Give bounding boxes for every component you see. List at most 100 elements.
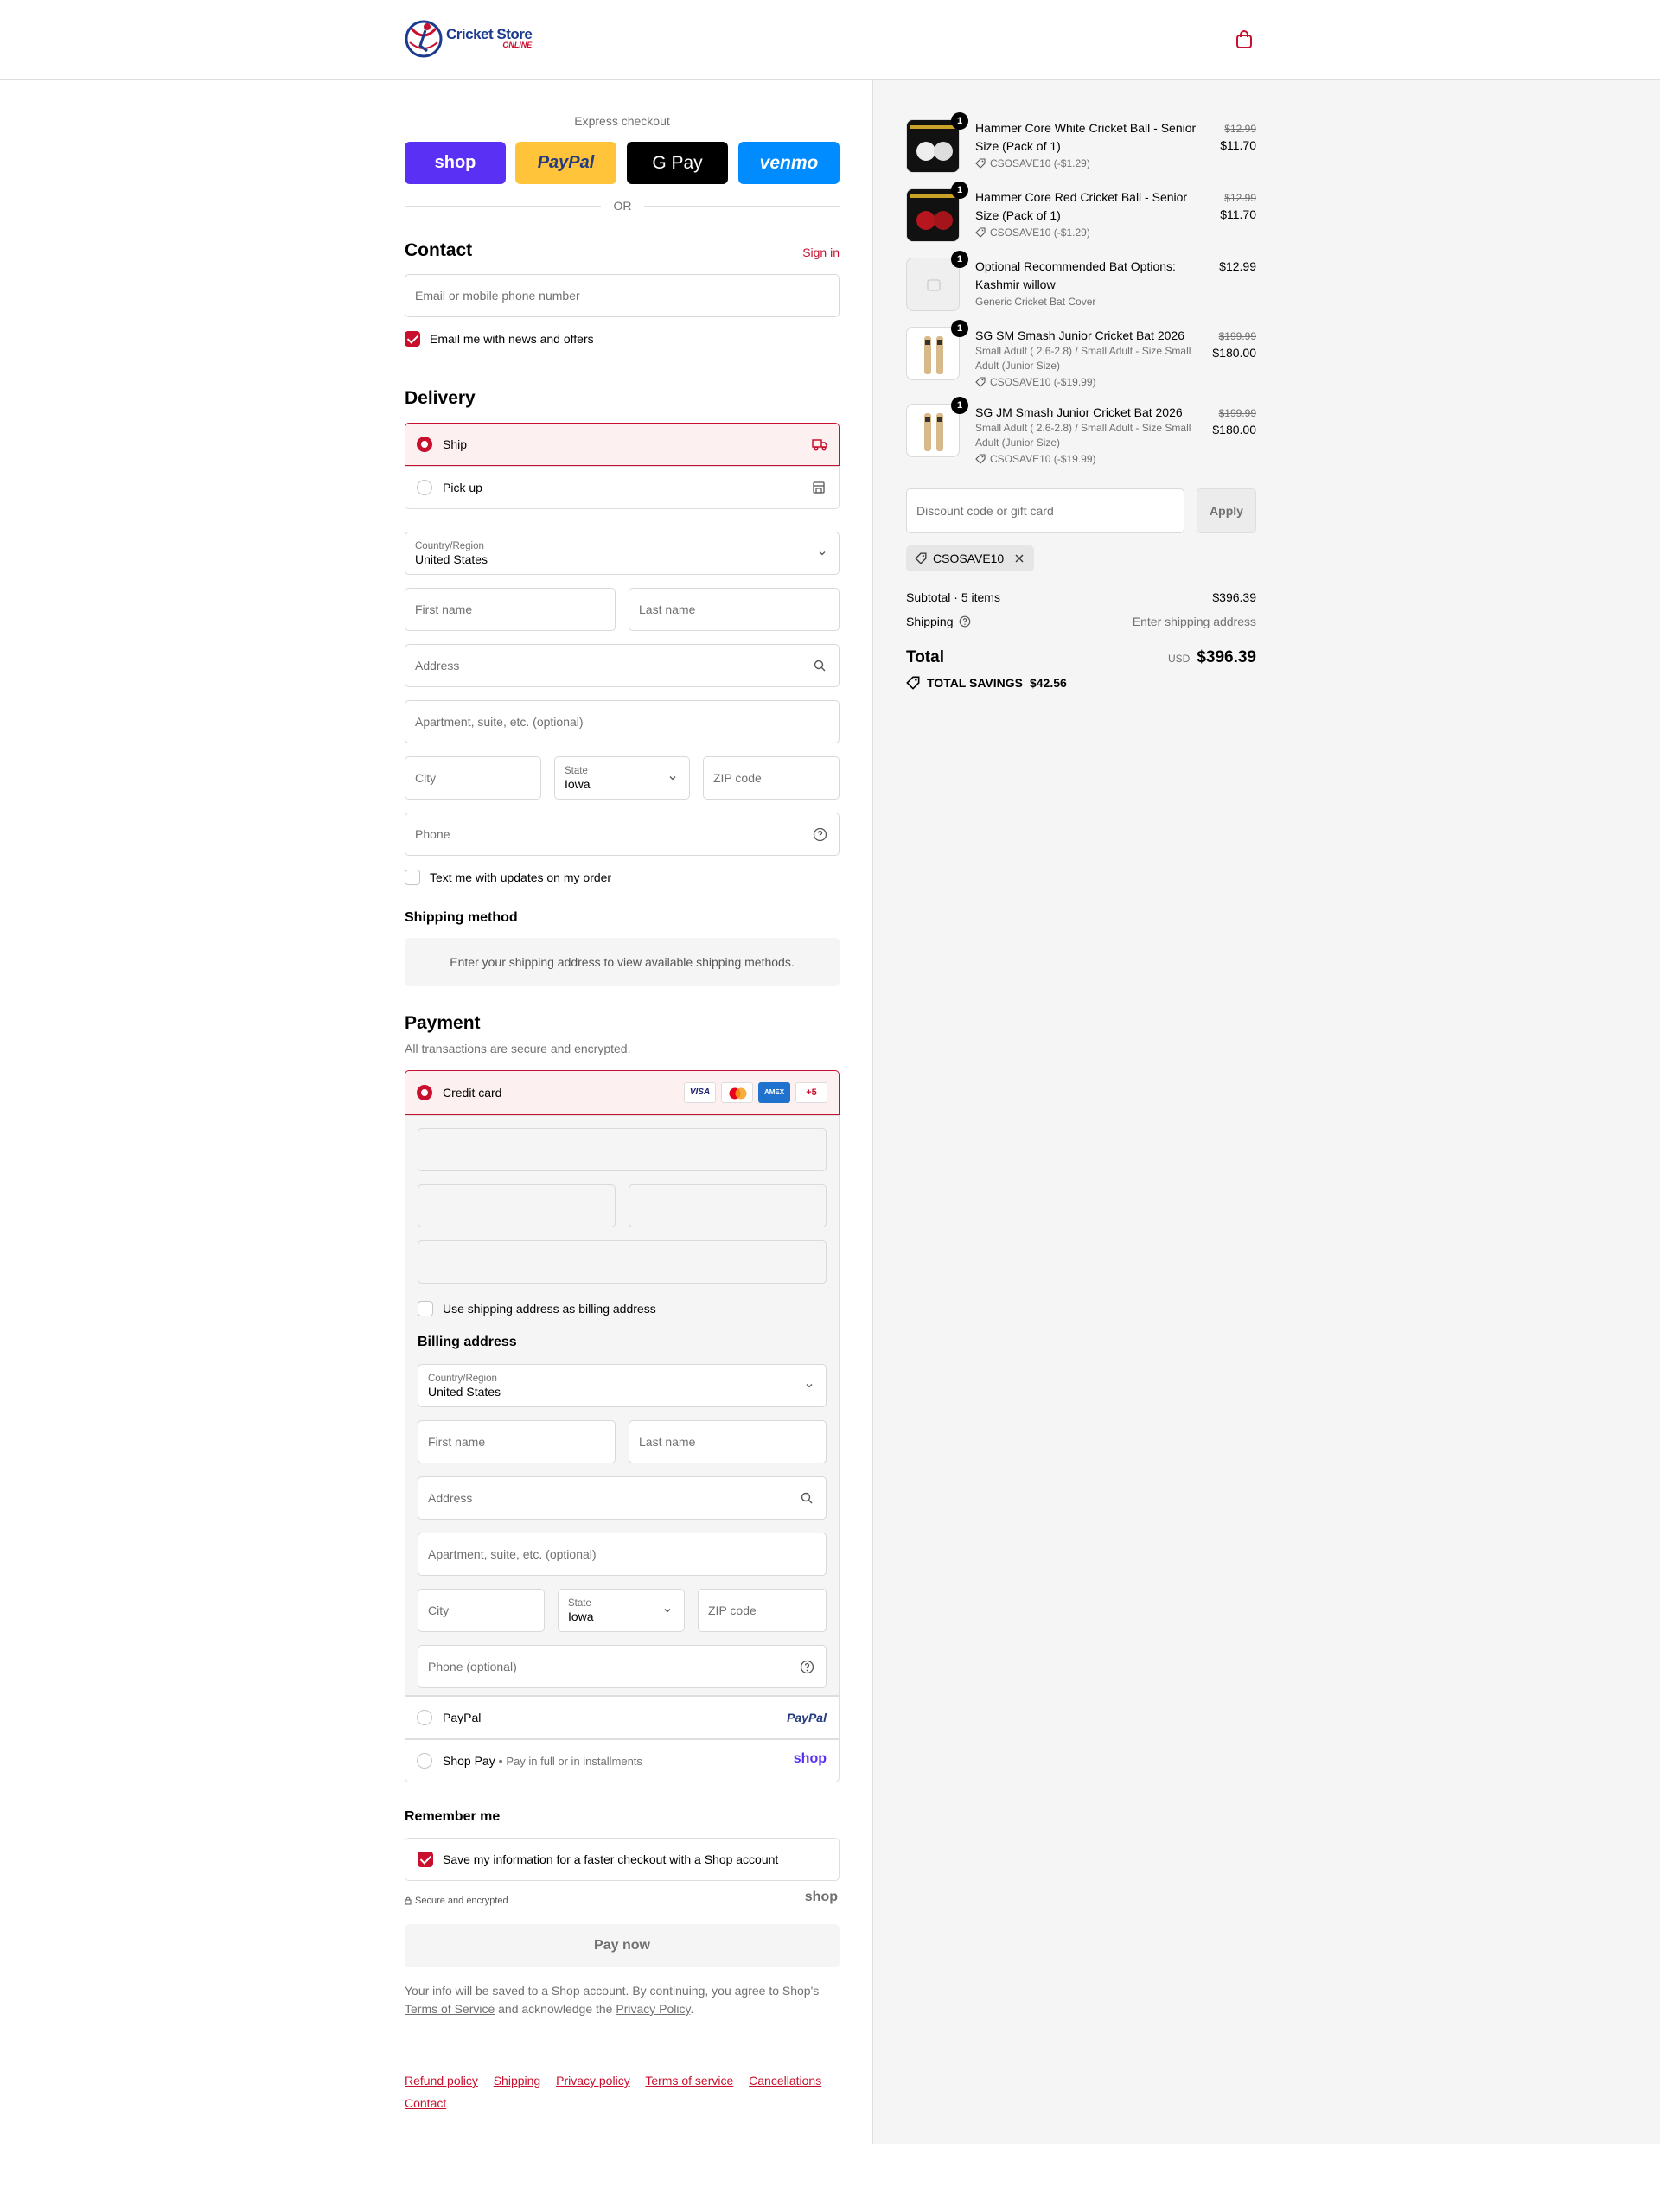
text-updates-checkbox[interactable] bbox=[405, 870, 420, 885]
pay-now-button[interactable]: Pay now bbox=[405, 1924, 840, 1967]
paypal-option[interactable]: PayPal PayPal bbox=[405, 1696, 840, 1739]
email-field[interactable]: Email or mobile phone number bbox=[405, 274, 840, 317]
pickup-option[interactable]: Pick up bbox=[405, 466, 840, 509]
apartment-field[interactable]: Apartment, suite, etc. (optional) bbox=[405, 700, 840, 743]
billing-city-field[interactable]: City bbox=[418, 1589, 545, 1632]
card-name-field[interactable] bbox=[418, 1240, 827, 1284]
product-image bbox=[906, 404, 960, 457]
first-name-field[interactable]: First name bbox=[405, 588, 616, 631]
terms-link[interactable]: Terms of Service bbox=[405, 2002, 495, 2016]
store-logo[interactable]: Cricket Store ONLINE bbox=[405, 16, 534, 61]
google-pay-button[interactable]: G Pay bbox=[627, 142, 728, 184]
shipping-link[interactable]: Shipping bbox=[494, 2074, 541, 2088]
item-title: Hammer Core Red Cricket Ball - Senior Si… bbox=[975, 190, 1188, 222]
billing-apartment-field[interactable]: Apartment, suite, etc. (optional) bbox=[418, 1533, 827, 1576]
item-title: SG JM Smash Junior Cricket Bat 2026 bbox=[975, 405, 1183, 419]
shop-pay-radio[interactable] bbox=[417, 1753, 432, 1769]
country-label: Country/Region bbox=[415, 540, 484, 551]
tag-icon bbox=[975, 158, 986, 169]
save-info-checkbox[interactable] bbox=[418, 1852, 433, 1867]
phone-field[interactable]: Phone bbox=[405, 813, 840, 856]
item-price: $12.99 bbox=[1219, 259, 1256, 273]
billing-phone-field[interactable]: Phone (optional) bbox=[418, 1645, 827, 1688]
tag-icon bbox=[906, 676, 920, 690]
billing-zip-field[interactable]: ZIP code bbox=[698, 1589, 827, 1632]
email-placeholder: Email or mobile phone number bbox=[415, 289, 580, 303]
footer-links: Refund policy Shipping Privacy policy Te… bbox=[405, 2069, 840, 2114]
secure-note: Secure and encrypted bbox=[405, 1896, 508, 1906]
chevron-down-icon bbox=[664, 1609, 671, 1613]
state-select[interactable]: State Iowa bbox=[554, 756, 690, 800]
item-old-price: $199.99 bbox=[1218, 407, 1256, 419]
contact-heading: Contact bbox=[405, 240, 473, 260]
ship-radio[interactable] bbox=[417, 437, 432, 452]
cancellations-link[interactable]: Cancellations bbox=[749, 2074, 821, 2088]
city-field[interactable]: City bbox=[405, 756, 541, 800]
visa-icon: VISA bbox=[684, 1082, 716, 1103]
billing-first-name-field[interactable]: First name bbox=[418, 1420, 616, 1463]
shop-pay-button[interactable]: shop bbox=[405, 142, 506, 184]
privacy-link[interactable]: Privacy Policy bbox=[616, 2002, 690, 2016]
contact-link[interactable]: Contact bbox=[405, 2096, 446, 2110]
payment-heading: Payment bbox=[405, 1013, 481, 1033]
shipping-method-message: Enter your shipping address to view avai… bbox=[405, 938, 840, 986]
address-field[interactable]: Address bbox=[405, 644, 840, 687]
item-title: Optional Recommended Bat Options: Kashmi… bbox=[975, 259, 1176, 291]
pickup-radio[interactable] bbox=[417, 480, 432, 495]
country-select[interactable]: Country/Region United States bbox=[405, 532, 840, 575]
terms-of-service-link[interactable]: Terms of service bbox=[645, 2074, 733, 2088]
item-variant: Small Adult ( 2.6-2.8) / Small Adult - S… bbox=[975, 345, 1191, 372]
shopping-bag-icon[interactable] bbox=[1235, 29, 1254, 50]
remember-heading: Remember me bbox=[405, 1809, 501, 1824]
applied-code-label: CSOSAVE10 bbox=[933, 551, 1005, 565]
mastercard-icon bbox=[721, 1082, 753, 1103]
billing-address-field[interactable]: Address bbox=[418, 1476, 827, 1520]
news-checkbox[interactable] bbox=[405, 331, 420, 347]
quantity-badge: 1 bbox=[951, 251, 968, 268]
refund-policy-link[interactable]: Refund policy bbox=[405, 2074, 478, 2088]
subtotal-label: Subtotal · 5 items bbox=[906, 590, 1000, 604]
apply-button[interactable]: Apply bbox=[1197, 488, 1256, 533]
help-icon[interactable] bbox=[813, 827, 827, 842]
billing-country-label: Country/Region bbox=[428, 1373, 497, 1384]
total-label: Total bbox=[906, 648, 944, 666]
item-discount-text: CSOSAVE10 (-$19.99) bbox=[990, 453, 1096, 465]
billing-last-name-placeholder: Last name bbox=[639, 1435, 696, 1449]
first-name-placeholder: First name bbox=[415, 602, 473, 616]
last-name-field[interactable]: Last name bbox=[629, 588, 840, 631]
billing-state-select[interactable]: State Iowa bbox=[558, 1589, 685, 1632]
sign-in-link[interactable]: Sign in bbox=[802, 245, 840, 259]
billing-heading: Billing address bbox=[418, 1335, 517, 1349]
quantity-badge: 1 bbox=[951, 182, 968, 199]
zip-field[interactable]: ZIP code bbox=[703, 756, 840, 800]
ship-option[interactable]: Ship bbox=[405, 423, 840, 466]
card-cvv-field[interactable] bbox=[629, 1184, 827, 1227]
google-pay-label: G Pay bbox=[652, 152, 703, 173]
phone-placeholder: Phone bbox=[415, 827, 450, 841]
billing-last-name-field[interactable]: Last name bbox=[629, 1420, 827, 1463]
shipping-label: Shipping bbox=[906, 615, 954, 628]
truck-icon bbox=[812, 439, 827, 451]
discount-code-field[interactable]: Discount code or gift card bbox=[906, 488, 1184, 533]
shop-pay-option-label: Shop Pay • Pay in full or in installment… bbox=[443, 1754, 642, 1768]
credit-card-option[interactable]: Credit card VISA AMEX +5 bbox=[405, 1070, 840, 1115]
paypal-radio[interactable] bbox=[417, 1710, 432, 1725]
help-icon[interactable] bbox=[959, 615, 971, 628]
line-item: 1 Hammer Core White Cricket Ball - Senio… bbox=[906, 112, 1256, 175]
currency-label: USD bbox=[1167, 653, 1191, 665]
card-expiry-field[interactable] bbox=[418, 1184, 616, 1227]
card-number-field[interactable] bbox=[418, 1128, 827, 1171]
legal-text: Your info will be saved to a Shop accoun… bbox=[405, 1982, 840, 2018]
chevron-down-icon bbox=[819, 551, 826, 556]
billing-country-select[interactable]: Country/Region United States bbox=[418, 1364, 827, 1407]
paypal-button[interactable]: PayPal bbox=[515, 142, 616, 184]
express-checkout-label: Express checkout bbox=[574, 114, 670, 128]
use-shipping-checkbox[interactable] bbox=[418, 1301, 433, 1316]
privacy-policy-link[interactable]: Privacy policy bbox=[556, 2074, 630, 2088]
item-price: $11.70 bbox=[1220, 207, 1256, 221]
credit-card-radio[interactable] bbox=[417, 1085, 432, 1100]
close-icon[interactable] bbox=[1013, 552, 1025, 564]
shop-pay-option[interactable]: Shop Pay • Pay in full or in installment… bbox=[405, 1739, 840, 1782]
venmo-button[interactable]: venmo bbox=[738, 142, 840, 184]
help-icon[interactable] bbox=[800, 1660, 814, 1674]
